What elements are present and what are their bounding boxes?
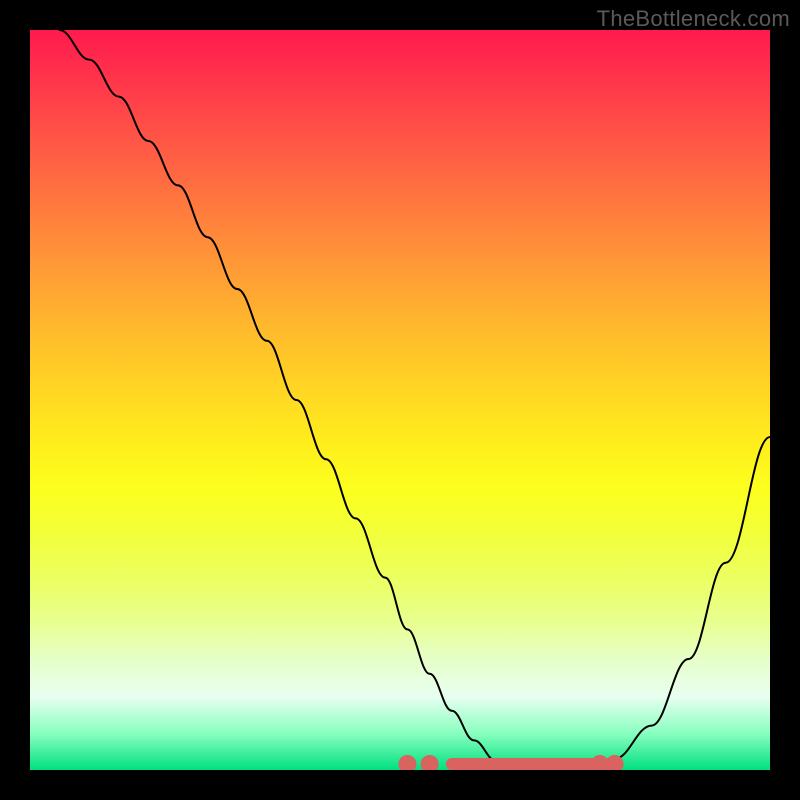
chart-stage: TheBottleneck.com <box>0 0 800 800</box>
plot-area <box>30 30 770 770</box>
bottleneck-curve <box>60 30 770 770</box>
watermark-text: TheBottleneck.com <box>597 6 790 32</box>
bead-marker <box>398 755 416 770</box>
bead-marker <box>421 755 439 770</box>
chart-svg <box>30 30 770 770</box>
